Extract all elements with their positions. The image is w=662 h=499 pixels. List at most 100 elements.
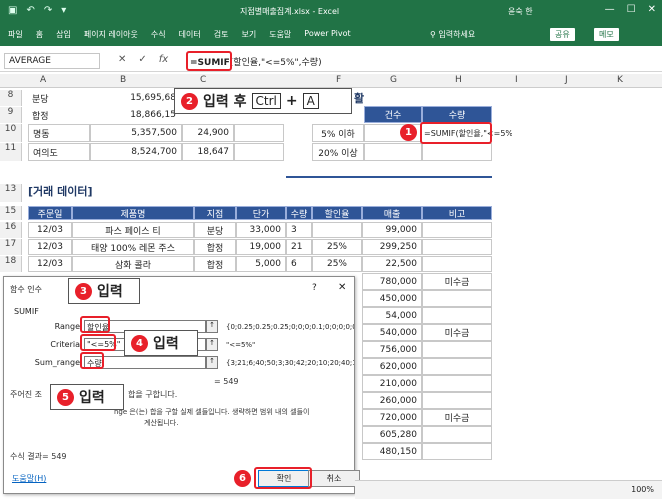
summary-header-qty[interactable]: 수량 xyxy=(422,106,492,123)
memo-button[interactable]: 메모 xyxy=(594,28,619,41)
customize-icon[interactable]: ▾ xyxy=(61,5,66,16)
cell-branch[interactable]: 합정 xyxy=(194,239,236,255)
insert-function-icon[interactable]: fx xyxy=(159,54,168,65)
tab-power-pivot[interactable]: Power Pivot xyxy=(304,29,350,40)
cell-qty[interactable]: 21 xyxy=(286,239,312,255)
close-icon[interactable]: ✕ xyxy=(338,282,346,293)
cell-note[interactable] xyxy=(422,443,492,460)
tab-formulas[interactable]: 수식 xyxy=(151,29,166,40)
col-header-c[interactable]: C xyxy=(200,75,206,85)
share-button[interactable]: 공유 xyxy=(550,28,575,41)
cell-product[interactable]: 파스 페이스 티 xyxy=(72,222,194,238)
minimize-icon[interactable]: — xyxy=(605,4,615,15)
data-header[interactable]: 비고 xyxy=(422,206,492,220)
row-number[interactable]: 9 xyxy=(0,107,22,123)
help-link[interactable]: 도움말(H) xyxy=(12,473,46,484)
name-box[interactable]: AVERAGE xyxy=(4,53,100,69)
data-header[interactable]: 제품명 xyxy=(72,206,194,220)
cell-discount[interactable]: 25% xyxy=(312,239,362,255)
cell-note[interactable] xyxy=(422,426,492,443)
row-number[interactable]: 17 xyxy=(0,239,22,255)
cell-price[interactable]: 19,000 xyxy=(236,239,286,255)
cell-sales[interactable]: 480,150 xyxy=(362,443,422,460)
summary-header-count[interactable]: 건수 xyxy=(364,106,422,123)
formula-input[interactable]: =SUMIF(할인율,"<=5%",수량) xyxy=(186,53,656,69)
cell-branch[interactable]: 분당 xyxy=(28,90,90,106)
row-number[interactable]: 13 xyxy=(0,184,22,202)
cell-note[interactable]: 미수금 xyxy=(422,324,492,341)
cell-sales[interactable]: 780,000 xyxy=(362,273,422,290)
cell-note[interactable] xyxy=(422,375,492,392)
tell-me-search[interactable]: ⚲ 입력하세요 xyxy=(430,29,475,40)
cell-note[interactable] xyxy=(422,307,492,324)
summary-qty-cell[interactable] xyxy=(422,143,492,161)
data-header[interactable]: 주문일 xyxy=(28,206,72,220)
cell-sales[interactable]: 299,250 xyxy=(362,239,422,255)
cell-note[interactable]: 미수금 xyxy=(422,273,492,290)
cell-note[interactable] xyxy=(422,358,492,375)
row-number[interactable]: 15 xyxy=(0,206,22,220)
cell-note[interactable] xyxy=(422,290,492,307)
cell-branch[interactable]: 합정 xyxy=(28,107,90,123)
cell-discount[interactable] xyxy=(312,222,362,238)
cell-sales[interactable]: 22,500 xyxy=(362,256,422,272)
cancel-icon[interactable]: ✕ xyxy=(118,54,126,65)
cell-price[interactable]: 33,000 xyxy=(236,222,286,238)
col-header-h[interactable]: H xyxy=(455,75,462,85)
cell-sales[interactable]: 756,000 xyxy=(362,341,422,358)
cell-qty[interactable]: 3 xyxy=(286,222,312,238)
cell-average[interactable]: 18,647 xyxy=(182,143,234,161)
enter-icon[interactable]: ✓ xyxy=(138,54,146,65)
tab-data[interactable]: 데이터 xyxy=(179,29,201,40)
cell-sales[interactable]: 450,000 xyxy=(362,290,422,307)
data-header[interactable]: 수량 xyxy=(286,206,312,220)
cell-date[interactable]: 12/03 xyxy=(28,239,72,255)
cell-sales[interactable]: 99,000 xyxy=(362,222,422,238)
col-header-b[interactable]: B xyxy=(120,75,126,85)
collapse-dialog-icon[interactable]: ↑ xyxy=(206,356,218,369)
cell-discount[interactable]: 25% xyxy=(312,256,362,272)
summary-row-label[interactable]: 20% 이상 xyxy=(312,143,364,161)
cell-sales[interactable]: 620,000 xyxy=(362,358,422,375)
close-icon[interactable]: ✕ xyxy=(648,4,656,15)
tab-help[interactable]: 도움말 xyxy=(269,29,291,40)
cell-sales[interactable]: 210,000 xyxy=(362,375,422,392)
undo-icon[interactable]: ↶ xyxy=(26,5,34,16)
col-header-i[interactable]: I xyxy=(515,75,518,85)
col-header-k[interactable]: K xyxy=(617,75,623,85)
cell-product[interactable]: 삼화 콜라 xyxy=(72,256,194,272)
cell-sales[interactable]: 605,280 xyxy=(362,426,422,443)
tab-page-layout[interactable]: 페이지 레이아웃 xyxy=(84,29,138,40)
tab-home[interactable]: 홈 xyxy=(36,29,43,40)
cell-sales[interactable]: 260,000 xyxy=(362,392,422,409)
tab-review[interactable]: 검토 xyxy=(214,29,229,40)
redo-icon[interactable]: ↷ xyxy=(44,5,52,16)
col-header-j[interactable]: J xyxy=(565,75,568,85)
cell-average[interactable]: 24,900 xyxy=(182,124,234,142)
row-number[interactable]: 11 xyxy=(0,143,22,161)
maximize-icon[interactable]: ☐ xyxy=(627,4,636,15)
cell-sales[interactable]: 54,000 xyxy=(362,307,422,324)
summary-count-cell[interactable] xyxy=(364,143,422,161)
col-header-g[interactable]: G xyxy=(390,75,397,85)
col-header-a[interactable]: A xyxy=(40,75,46,85)
cell-note[interactable] xyxy=(422,392,492,409)
cell-product[interactable]: 태양 100% 레몬 주스 xyxy=(72,239,194,255)
cell-date[interactable]: 12/03 xyxy=(28,222,72,238)
cell-note[interactable] xyxy=(422,256,492,272)
cell-date[interactable]: 12/03 xyxy=(28,256,72,272)
cell-note[interactable] xyxy=(422,239,492,255)
zoom-level[interactable]: 100% xyxy=(631,485,654,494)
col-header-f[interactable]: F xyxy=(336,75,341,85)
cell-branch[interactable]: 명동 xyxy=(28,124,90,142)
cell-sales[interactable]: 8,524,700 xyxy=(90,143,182,161)
cell-sales[interactable]: 18,866,15 xyxy=(90,107,180,123)
cell-note[interactable] xyxy=(422,222,492,238)
cell-sales[interactable]: 15,695,68 xyxy=(90,90,180,106)
summary-row-label[interactable]: 5% 이하 xyxy=(312,124,364,142)
cell-empty[interactable] xyxy=(234,143,284,161)
tab-insert[interactable]: 삽입 xyxy=(56,29,71,40)
collapse-dialog-icon[interactable]: ↑ xyxy=(206,320,218,333)
cell-qty[interactable]: 6 xyxy=(286,256,312,272)
row-number[interactable]: 8 xyxy=(0,90,22,106)
